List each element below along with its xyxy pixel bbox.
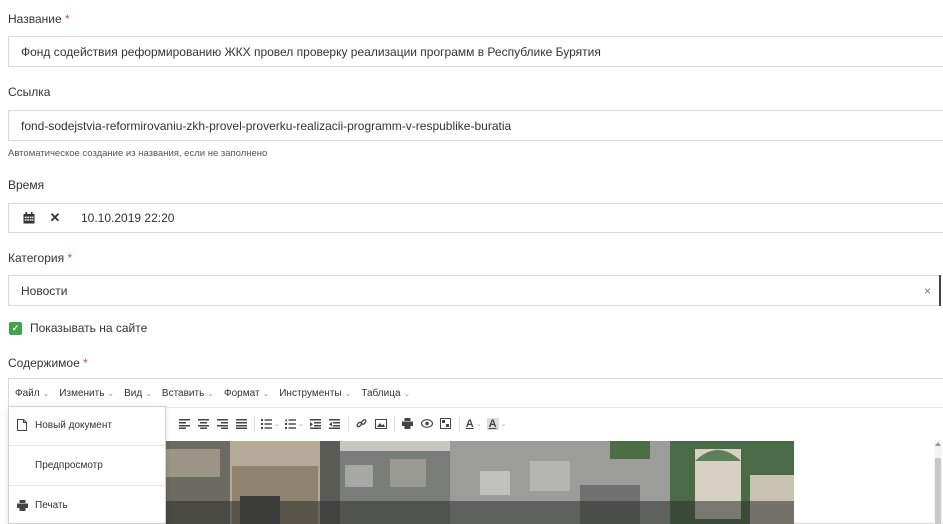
content-label-text: Содержимое xyxy=(8,356,80,370)
toolbar-divider xyxy=(254,415,255,432)
category-label-text: Категория xyxy=(8,251,65,265)
title-input[interactable]: Фонд содействия реформированию ЖКХ прове… xyxy=(8,36,943,67)
print-icon xyxy=(15,499,29,511)
menu-format-label: Формат xyxy=(224,387,260,399)
menu-file-label: Файл xyxy=(15,387,40,399)
required-mark: * xyxy=(83,356,88,370)
editor-menubar: Файл ⌄ Изменить ⌄ Вид ⌄ Вставить ⌄ Формат ⌄ И… xyxy=(9,379,943,407)
align-justify-icon[interactable] xyxy=(234,414,248,434)
chevron-down-icon: ⌄ xyxy=(344,388,352,398)
calendar-icon[interactable] xyxy=(17,204,41,232)
menu-table[interactable]: Таблица ⌄ xyxy=(361,388,410,399)
menu-view[interactable]: Вид ⌄ xyxy=(124,388,152,399)
print-icon[interactable] xyxy=(401,414,415,434)
file-menu-dropdown: Новый документ Предпросмотр Печать xyxy=(8,406,166,524)
title-label: Название * xyxy=(8,12,70,26)
menu-divider xyxy=(9,445,165,446)
chevron-down-icon: ⌄ xyxy=(145,388,152,398)
link-input-value: fond-sodejstvia-reformirovaniu-zkh-prove… xyxy=(21,118,512,133)
required-mark: * xyxy=(67,251,73,265)
menu-table-label: Таблица xyxy=(361,387,401,399)
menu-insert[interactable]: Вставить ⌄ xyxy=(162,388,214,399)
document-icon xyxy=(15,419,29,431)
scroll-up-icon[interactable] xyxy=(935,442,941,446)
time-label: Время xyxy=(8,178,45,192)
bg-color-glyph: A xyxy=(486,417,499,430)
content-image[interactable] xyxy=(140,441,794,524)
align-right-icon[interactable] xyxy=(215,414,229,434)
title-input-value: Фонд содействия реформированию ЖКХ прове… xyxy=(21,44,601,59)
content-label: Содержимое * xyxy=(8,356,88,370)
text-color-icon[interactable]: A ⌄ xyxy=(466,414,482,434)
menu-item-print-label: Печать xyxy=(35,499,68,511)
category-selected-value: Новости xyxy=(21,283,68,298)
toolbar-divider xyxy=(347,415,349,432)
menu-item-new-document-label: Новый документ xyxy=(35,419,112,431)
category-select[interactable]: Новости × xyxy=(8,275,940,306)
menu-tools-label: Инструменты xyxy=(279,387,342,399)
show-on-site-checkbox[interactable]: ✓ xyxy=(9,321,22,335)
editor-scrollbar[interactable] xyxy=(934,440,942,524)
align-center-icon[interactable] xyxy=(196,414,210,434)
menu-file[interactable]: Файл ⌄ xyxy=(15,388,49,399)
chevron-down-icon: ⌄ xyxy=(42,388,50,398)
menu-tools[interactable]: Инструменты ⌄ xyxy=(279,388,351,399)
link-label: Ссылка xyxy=(8,85,51,99)
chevron-down-icon: ⌄ xyxy=(403,388,411,398)
toolbar-divider xyxy=(458,415,460,432)
category-label: Категория * xyxy=(8,251,72,265)
media-icon[interactable] xyxy=(439,414,453,434)
chevron-down-icon: ⌄ xyxy=(107,388,115,398)
show-on-site-row[interactable]: ✓ Показывать на сайте xyxy=(9,321,147,335)
align-left-icon[interactable] xyxy=(177,414,191,434)
numbered-list-icon[interactable]: ⌄ xyxy=(284,414,304,434)
chevron-down-icon: ⌄ xyxy=(262,388,270,398)
menu-edit[interactable]: Изменить ⌄ xyxy=(59,388,114,399)
menu-format[interactable]: Формат ⌄ xyxy=(224,388,269,399)
bullet-list-icon[interactable]: ⌄ xyxy=(261,414,280,434)
required-mark: * xyxy=(64,12,70,26)
chevron-down-icon: ⌄ xyxy=(207,388,214,398)
menu-insert-label: Вставить xyxy=(161,387,205,399)
scrollbar-thumb[interactable] xyxy=(935,458,941,524)
menu-item-preview[interactable]: Предпросмотр xyxy=(9,447,165,483)
show-on-site-label: Показывать на сайте xyxy=(30,321,148,335)
menu-edit-label: Изменить xyxy=(59,387,105,399)
outdent-icon[interactable] xyxy=(309,414,323,434)
chevron-down-icon: ⌄ xyxy=(500,420,507,428)
close-icon[interactable]: ✕ xyxy=(43,204,67,232)
title-label-text: Название xyxy=(8,12,62,26)
chevron-down-icon: ⌄ xyxy=(274,420,280,428)
chevron-down-icon: ⌄ xyxy=(297,420,304,428)
menu-item-new-document[interactable]: Новый документ xyxy=(9,407,165,443)
menu-item-preview-label: Предпросмотр xyxy=(35,459,103,471)
chevron-down-icon: ⌄ xyxy=(475,420,482,428)
indent-icon[interactable] xyxy=(328,414,342,434)
text-color-glyph: A xyxy=(465,417,474,430)
link-hint: Автоматическое создание из названия, есл… xyxy=(8,148,268,159)
background-color-icon[interactable]: A ⌄ xyxy=(486,414,507,434)
preview-icon[interactable] xyxy=(420,414,434,434)
select-divider xyxy=(939,275,941,306)
clear-icon[interactable]: × xyxy=(924,284,931,298)
link-icon[interactable] xyxy=(355,414,369,434)
menu-item-print[interactable]: Печать xyxy=(9,487,165,523)
time-field: ✕ 10.10.2019 22:20 xyxy=(8,203,943,233)
image-icon[interactable] xyxy=(374,414,388,434)
menu-view-label: Вид xyxy=(124,387,143,399)
link-input[interactable]: fond-sodejstvia-reformirovaniu-zkh-prove… xyxy=(8,110,943,141)
toolbar-divider xyxy=(393,415,395,432)
menu-divider xyxy=(9,485,165,486)
time-input[interactable]: 10.10.2019 22:20 xyxy=(81,211,174,225)
